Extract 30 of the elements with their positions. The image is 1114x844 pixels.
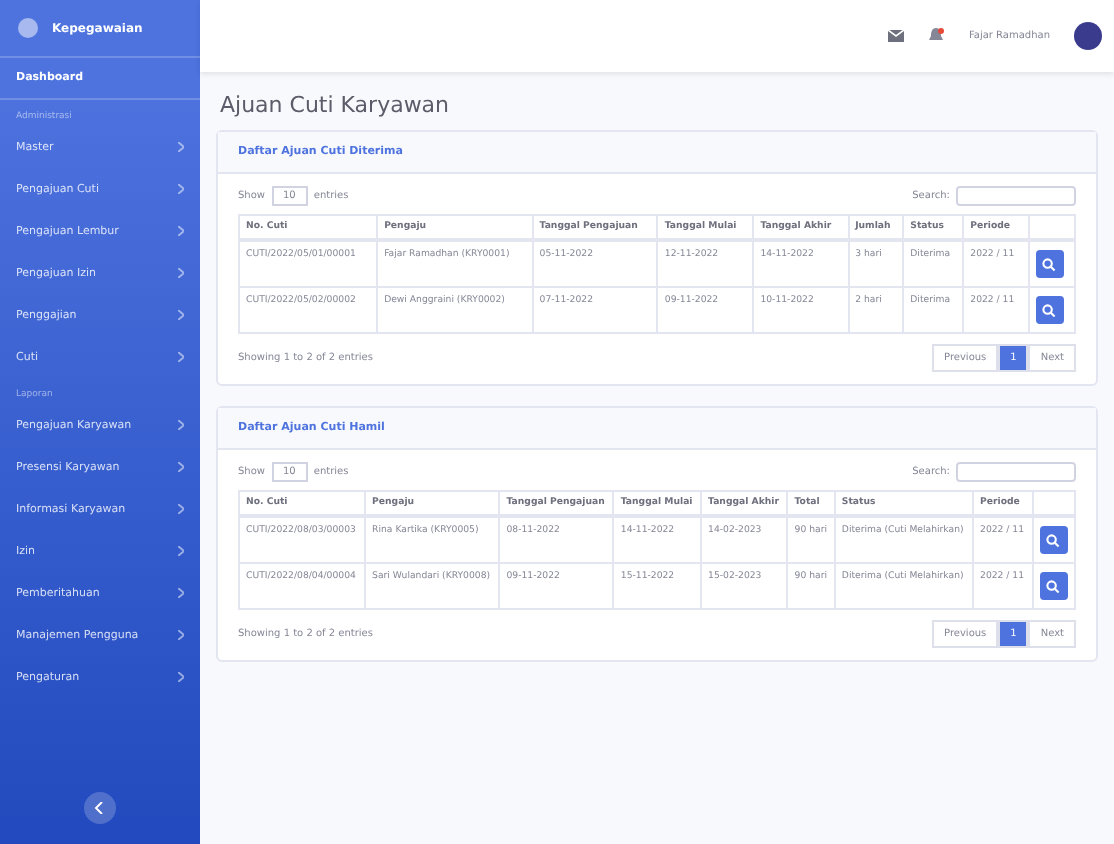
chevron-icon — [178, 352, 184, 362]
search-field[interactable] — [956, 462, 1076, 482]
logo-icon — [16, 16, 40, 40]
search-button[interactable] — [1035, 296, 1063, 324]
user-avatar[interactable] — [1074, 22, 1102, 50]
chevron-icon — [178, 142, 184, 152]
search-button[interactable] — [1035, 250, 1063, 278]
search-icon — [1042, 303, 1056, 317]
chevron-icon — [94, 802, 106, 814]
search-icon — [1042, 257, 1056, 271]
search-icon — [1046, 533, 1061, 547]
chevron-icon — [178, 420, 184, 430]
chevron-icon — [178, 504, 184, 514]
search-button[interactable] — [1039, 572, 1068, 600]
chevron-icon — [178, 268, 184, 278]
chevron-icon — [178, 462, 184, 472]
page-title: Ajuan Cuti Karyawan — [220, 92, 452, 118]
search-field[interactable] — [956, 186, 1076, 206]
chevron-icon — [178, 184, 184, 194]
bell-icon[interactable] — [928, 28, 945, 44]
mail-icon[interactable] — [888, 30, 905, 42]
chevron-icon — [178, 310, 184, 320]
chevron-icon — [178, 588, 184, 598]
chevron-icon — [178, 546, 184, 556]
search-button[interactable] — [1039, 526, 1068, 554]
sidebar-toggle[interactable] — [84, 792, 116, 824]
chevron-icon — [178, 226, 184, 236]
chevron-icon — [178, 672, 184, 682]
search-icon — [1046, 579, 1061, 593]
chevron-icon — [178, 630, 184, 640]
